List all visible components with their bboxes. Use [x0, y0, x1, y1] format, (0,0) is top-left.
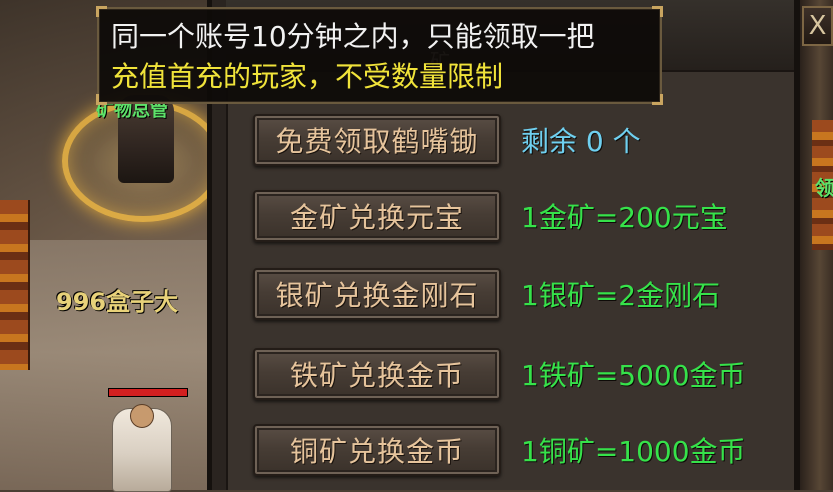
player-name-label: 996盒子大 — [56, 288, 179, 316]
tooltip-corner — [96, 94, 107, 105]
copper-ore-exchange-button[interactable]: 铜矿兑换金币 — [253, 424, 501, 476]
row-gold-exchange: 金矿兑换元宝 1金矿=200元宝 — [253, 190, 728, 242]
gold-exchange-rate-label: 1金矿=200元宝 — [521, 201, 728, 234]
row-free-pickaxe: 免费领取鹤嘴锄 剩余 0 个 — [253, 114, 641, 166]
silver-ore-exchange-button[interactable]: 银矿兑换金刚石 — [253, 268, 501, 320]
tooltip: 同一个账号10分钟之内，只能领取一把 充值首充的玩家，不受数量限制 — [96, 6, 663, 105]
tooltip-corner — [652, 94, 663, 105]
tooltip-corner — [652, 6, 663, 17]
silver-exchange-rate-label: 1银矿=2金刚石 — [521, 279, 721, 312]
right-npc-label: 领 — [815, 176, 833, 200]
player-hp-fill — [109, 389, 187, 396]
iron-exchange-rate-label: 1铁矿=5000金币 — [521, 359, 746, 392]
gold-ore-exchange-button[interactable]: 金矿兑换元宝 — [253, 190, 501, 242]
decorative-pillar — [0, 200, 30, 370]
tooltip-corner — [96, 6, 107, 17]
tooltip-line-1: 同一个账号10分钟之内，只能领取一把 — [111, 20, 595, 53]
iron-ore-exchange-button[interactable]: 铁矿兑换金币 — [253, 348, 501, 400]
copper-exchange-rate-label: 1铜矿=1000金币 — [521, 435, 746, 468]
free-pickaxe-button[interactable]: 免费领取鹤嘴锄 — [253, 114, 501, 166]
close-button[interactable]: X — [802, 6, 833, 46]
remaining-count-label: 剩余 0 个 — [521, 125, 641, 158]
row-iron-exchange: 铁矿兑换金币 1铁矿=5000金币 — [253, 348, 746, 400]
player-hp-bar — [108, 388, 188, 397]
row-copper-exchange: 铜矿兑换金币 1铜矿=1000金币 — [253, 424, 746, 476]
tooltip-line-2: 充值首充的玩家，不受数量限制 — [111, 60, 504, 93]
player-head — [130, 404, 154, 428]
row-silver-exchange: 银矿兑换金刚石 1银矿=2金刚石 — [253, 268, 720, 320]
stone-floor — [0, 240, 215, 490]
